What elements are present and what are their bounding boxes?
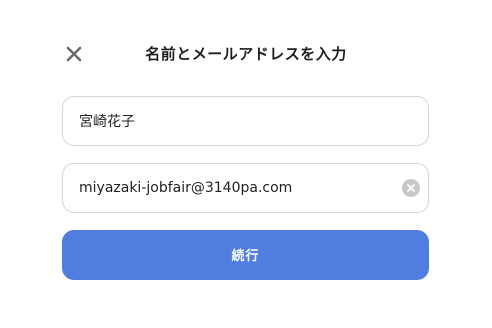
name-field-container — [62, 96, 429, 146]
email-input[interactable] — [79, 164, 379, 211]
dialog-title: 名前とメールアドレスを入力 — [145, 45, 347, 63]
name-input[interactable] — [79, 97, 379, 144]
clear-email-button[interactable] — [402, 179, 420, 197]
name-email-dialog: 名前とメールアドレスを入力 続行 — [0, 0, 492, 328]
email-field-container — [62, 163, 429, 213]
continue-button[interactable]: 続行 — [62, 230, 429, 280]
clear-circle-icon — [402, 179, 420, 197]
